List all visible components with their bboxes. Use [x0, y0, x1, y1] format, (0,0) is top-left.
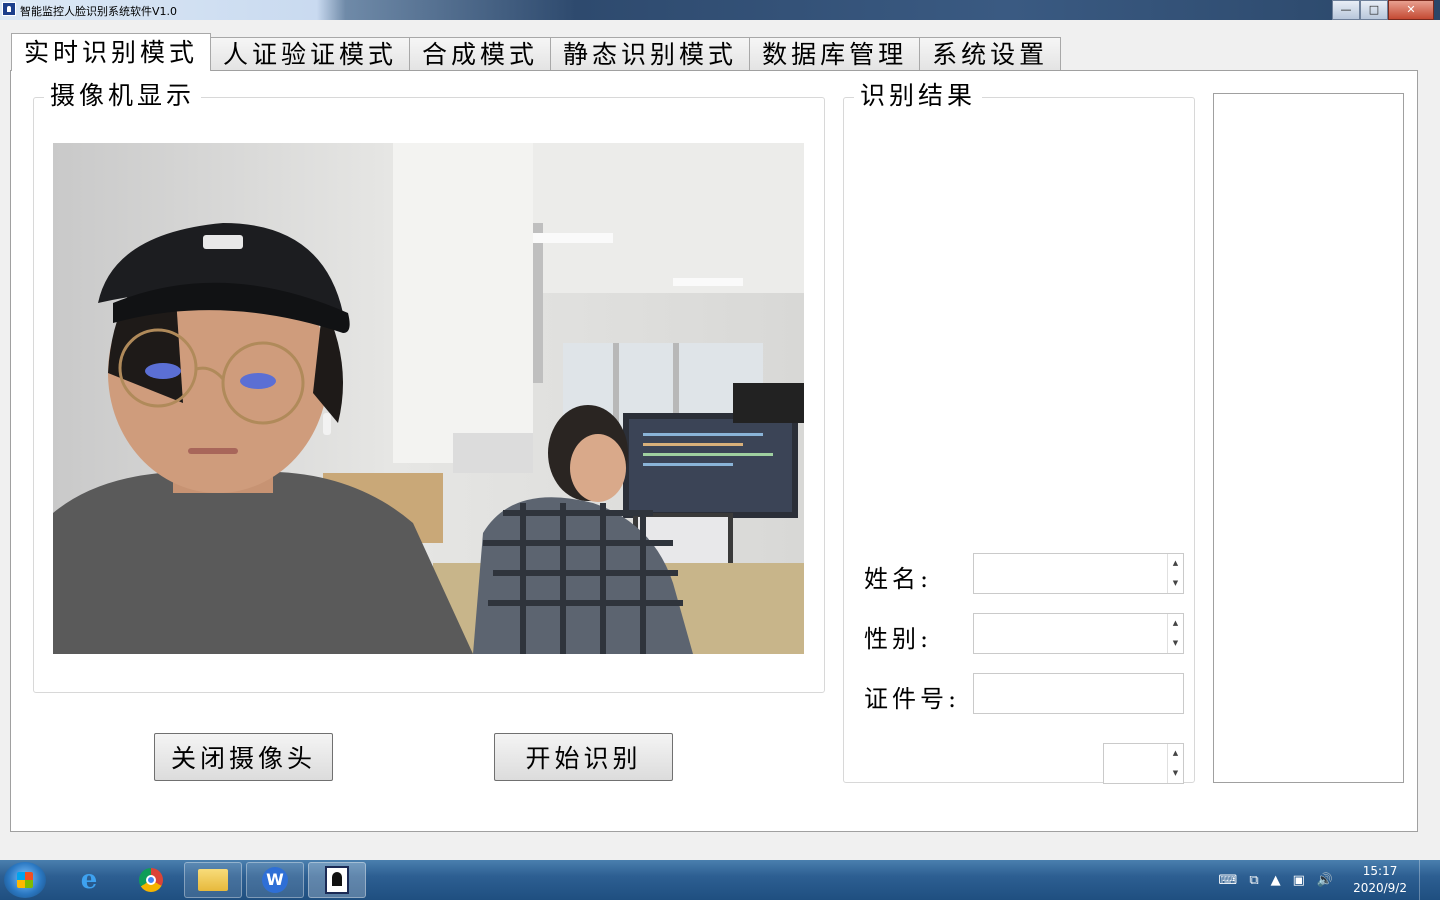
- camera-group-title: 摄像机显示: [44, 81, 202, 111]
- camera-groupbox: 摄像机显示: [33, 81, 825, 693]
- spin-down-icon[interactable]: ▼: [1168, 634, 1183, 654]
- spin-down-icon[interactable]: ▼: [1168, 764, 1183, 784]
- app-icon: [2, 2, 16, 16]
- tab-database-management[interactable]: 数据库管理: [749, 37, 921, 71]
- tab-synthesis[interactable]: 合成模式: [409, 37, 552, 71]
- show-hidden-icons-icon[interactable]: ▲: [1271, 873, 1281, 888]
- show-desktop-button[interactable]: [1419, 860, 1430, 900]
- display-icon[interactable]: ⧉: [1249, 873, 1258, 888]
- taskbar-chrome[interactable]: [122, 862, 180, 898]
- spin-up-icon[interactable]: ▲: [1168, 554, 1183, 574]
- network-icon[interactable]: ▣: [1293, 873, 1305, 888]
- minimize-button[interactable]: —: [1332, 0, 1360, 20]
- tab-panel: 摄像机显示 识别结果 姓名: ▲ ▼ 性别: ▲ ▼ 证件号: ▲ ▼ 关闭摄像…: [10, 70, 1418, 832]
- folder-icon: [198, 869, 228, 891]
- window-title: 智能监控人脸识别系统软件V1.0: [20, 5, 178, 18]
- volume-icon[interactable]: 🔊: [1317, 873, 1333, 888]
- gender-field[interactable]: ▲ ▼: [973, 613, 1184, 654]
- snapshot-panel: [1213, 93, 1404, 783]
- windows-logo-icon: [17, 872, 33, 888]
- tab-static-recognition[interactable]: 静态识别模式: [550, 37, 751, 71]
- ie-icon: e: [80, 865, 98, 895]
- camera-frame-image: [53, 143, 804, 654]
- gender-spin-buttons[interactable]: ▲ ▼: [1167, 614, 1183, 653]
- start-button[interactable]: [4, 862, 46, 898]
- close-button[interactable]: ✕: [1388, 0, 1434, 20]
- result-group-title: 识别结果: [854, 81, 983, 111]
- id-number-field[interactable]: [973, 673, 1184, 714]
- wps-icon: W: [262, 867, 288, 893]
- keyboard-icon[interactable]: ⌨: [1219, 873, 1238, 888]
- spin-down-icon[interactable]: ▼: [1168, 574, 1183, 594]
- camera-view: [53, 143, 804, 654]
- name-label: 姓名:: [864, 565, 933, 593]
- clock-time: 15:17: [1362, 864, 1398, 878]
- close-camera-button[interactable]: 关闭摄像头: [154, 733, 333, 781]
- window-titlebar[interactable]: 智能监控人脸识别系统软件V1.0 — □ ✕: [0, 0, 1440, 20]
- chrome-icon: [139, 868, 163, 892]
- spin-up-icon[interactable]: ▲: [1168, 614, 1183, 634]
- tab-id-verification[interactable]: 人证验证模式: [210, 37, 411, 71]
- system-tray: ⌨ ⧉ ▲ ▣ 🔊 15:17 2020/9/2: [1213, 860, 1430, 900]
- maximize-button[interactable]: □: [1360, 0, 1388, 20]
- tab-system-settings[interactable]: 系统设置: [919, 37, 1062, 71]
- mode-tabs: 实时识别模式 人证验证模式 合成模式 静态识别模式 数据库管理 系统设置: [11, 33, 1062, 71]
- face-app-icon: [325, 866, 349, 894]
- taskbar: e W ⌨ ⧉ ▲ ▣ 🔊 15:17 2020/9/2: [0, 860, 1440, 900]
- name-field[interactable]: ▲ ▼: [973, 553, 1184, 594]
- name-spin-buttons[interactable]: ▲ ▼: [1167, 554, 1183, 593]
- id-number-label: 证件号:: [864, 685, 961, 713]
- result-groupbox: 识别结果 姓名: ▲ ▼ 性别: ▲ ▼ 证件号: ▲ ▼: [843, 81, 1195, 784]
- spin-up-icon[interactable]: ▲: [1168, 744, 1183, 764]
- clock-date: 2020/9/2: [1353, 881, 1407, 895]
- extra-spin-field[interactable]: ▲ ▼: [1103, 743, 1184, 784]
- start-recognition-button[interactable]: 开始识别: [494, 733, 673, 781]
- extra-spin-buttons[interactable]: ▲ ▼: [1167, 744, 1183, 783]
- taskbar-wps[interactable]: W: [246, 862, 304, 898]
- taskbar-explorer[interactable]: [184, 862, 242, 898]
- taskbar-clock[interactable]: 15:17 2020/9/2: [1353, 863, 1407, 897]
- taskbar-face-app[interactable]: [308, 862, 366, 898]
- tab-realtime-recognition[interactable]: 实时识别模式: [11, 33, 212, 71]
- gender-label: 性别:: [864, 625, 933, 653]
- window-controls: — □ ✕: [1332, 0, 1434, 20]
- taskbar-ie[interactable]: e: [60, 862, 118, 898]
